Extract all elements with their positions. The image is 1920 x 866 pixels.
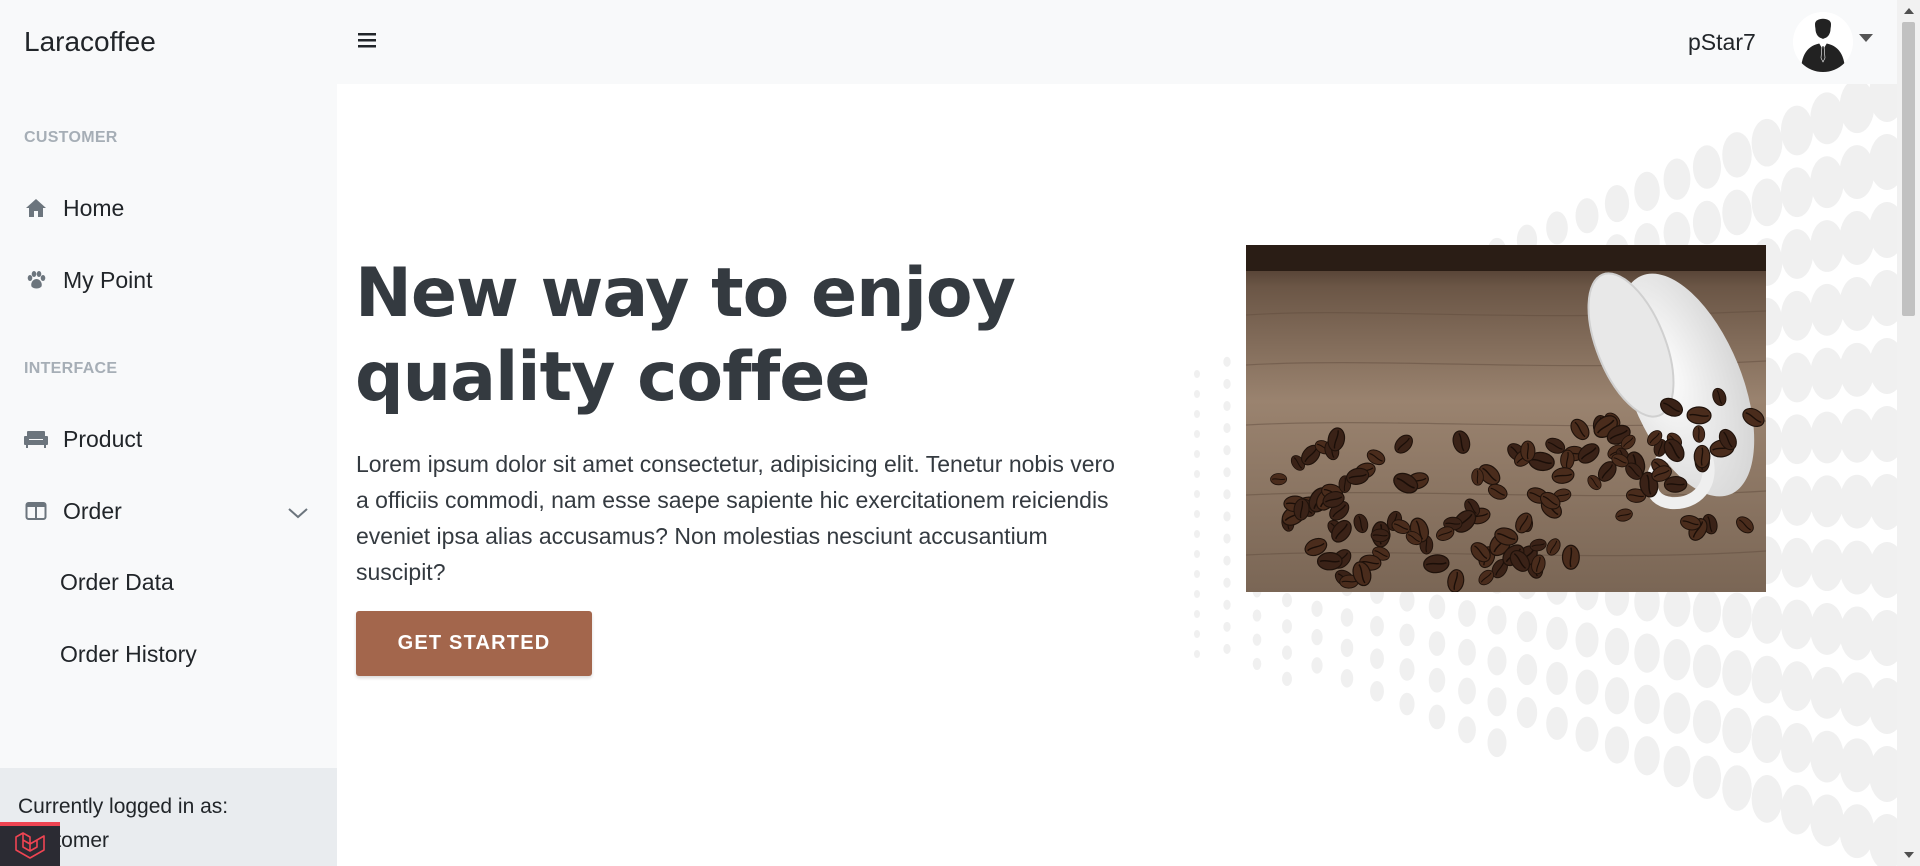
couch-icon [24, 427, 48, 451]
logged-in-caption: Currently logged in as: [18, 795, 229, 818]
scroll-down-arrow-icon[interactable] [1904, 852, 1914, 858]
sidebar-item-my-point[interactable]: My Point [24, 258, 313, 302]
laravel-logo-icon[interactable] [0, 822, 60, 866]
logged-in-role: Customer [18, 829, 110, 852]
sidebar-item-order[interactable]: Order [24, 489, 313, 533]
sidebar-subitem-order-history[interactable]: Order History [60, 634, 197, 674]
hero-description: Lorem ipsum dolor sit amet consectetur, … [356, 451, 1115, 585]
nav-heading-customer: CUSTOMER [24, 129, 118, 146]
sidebar-toggle-button[interactable] [351, 26, 383, 58]
sidebar-item-product[interactable]: Product [24, 417, 313, 461]
sidebar-item-label: Order [63, 497, 122, 524]
home-icon [24, 196, 48, 220]
sidebar-subitem-order-data[interactable]: Order Data [60, 562, 174, 602]
user-name[interactable]: pStar7 [1688, 29, 1756, 56]
sidebar-item-label: Home [63, 194, 125, 221]
avatar[interactable] [1793, 12, 1853, 72]
scrollbar-thumb[interactable] [1902, 22, 1915, 316]
brand-logo[interactable]: Laracoffee [24, 26, 156, 58]
hero-title: New way to enjoy quality coffee [355, 252, 1155, 420]
coffee-cup-beans-image [1246, 245, 1766, 592]
sidebar-item-label: Product [63, 425, 143, 452]
scroll-up-arrow-icon[interactable] [1904, 8, 1914, 14]
get-started-button[interactable]: GET STARTED [356, 611, 592, 676]
nav-heading-interface: INTERFACE [24, 360, 118, 377]
hero-title-line-1: New way to enjoy [355, 254, 1016, 333]
chevron-down-icon [287, 499, 309, 526]
hamburger-icon [357, 31, 377, 54]
page-scrollbar[interactable] [1897, 0, 1920, 866]
user-menu-dropdown-caret[interactable] [1859, 34, 1873, 42]
columns-icon [24, 499, 48, 523]
user-silhouette-icon [1793, 12, 1853, 72]
sidebar-item-home[interactable]: Home [24, 186, 313, 230]
sidebar-item-label: My Point [63, 266, 153, 293]
paw-icon [24, 268, 48, 292]
hero-title-line-2: quality coffee [355, 338, 871, 417]
main-content: New way to enjoy quality coffee Lorem ip… [337, 84, 1897, 866]
topbar: pStar7 [337, 0, 1897, 84]
sidebar: Laracoffee CUSTOMER Home My Point INTERF… [0, 0, 337, 866]
